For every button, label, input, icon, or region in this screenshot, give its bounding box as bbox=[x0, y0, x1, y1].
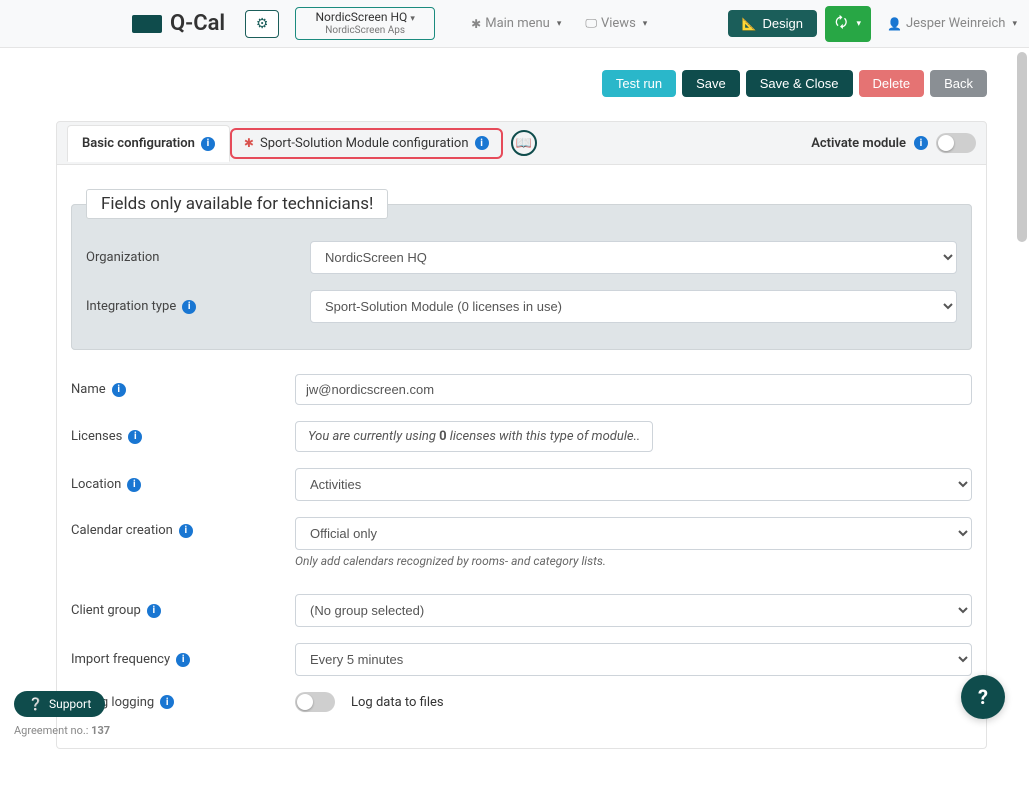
info-icon[interactable]: i bbox=[112, 383, 126, 397]
puzzle-icon: ✱ bbox=[471, 17, 481, 31]
book-icon: 📖 bbox=[515, 136, 531, 151]
chevron-down-icon: ▾ bbox=[557, 19, 562, 29]
info-icon[interactable]: i bbox=[127, 478, 141, 492]
support-button[interactable]: ❔ Support bbox=[14, 691, 105, 717]
label-name: Name i bbox=[71, 382, 295, 397]
settings-button[interactable]: ⚙ bbox=[245, 10, 279, 38]
ruler-icon: 📐 bbox=[742, 17, 757, 31]
label-organization: Organization bbox=[86, 250, 310, 265]
org-secondary: NordicScreen Aps bbox=[314, 25, 416, 37]
import-frequency-select[interactable]: Every 5 minutes bbox=[295, 643, 972, 676]
row-import-frequency: Import frequency i Every 5 minutes bbox=[71, 635, 972, 684]
info-icon: i bbox=[475, 136, 489, 150]
label-import-frequency: Import frequency i bbox=[71, 652, 295, 667]
support-label: Support bbox=[49, 697, 91, 711]
row-location: Location i Activities bbox=[71, 460, 972, 509]
activate-module-toggle[interactable] bbox=[936, 133, 976, 153]
licenses-readout: You are currently using 0 licenses with … bbox=[295, 421, 653, 452]
debug-logging-toggle[interactable] bbox=[295, 692, 335, 712]
design-label: Design bbox=[763, 16, 803, 31]
scrollbar-thumb[interactable] bbox=[1017, 52, 1027, 242]
client-group-select[interactable]: (No group selected) bbox=[295, 594, 972, 627]
module-icon bbox=[244, 136, 254, 151]
chevron-down-icon: ▾ bbox=[857, 18, 862, 29]
info-icon[interactable]: i bbox=[182, 300, 196, 314]
info-icon[interactable]: i bbox=[160, 695, 174, 709]
save-close-button[interactable]: Save & Close bbox=[746, 70, 853, 97]
calendar-creation-select[interactable]: Official only bbox=[295, 517, 972, 550]
main-menu-label: Main menu bbox=[485, 16, 550, 31]
tab-basic-label: Basic configuration bbox=[82, 136, 195, 151]
main-panel: Basic configuration i Sport-Solution Mod… bbox=[0, 101, 1029, 789]
refresh-icon: 🗘 bbox=[835, 12, 848, 36]
question-icon: ❔ bbox=[28, 697, 43, 711]
label-calendar-creation: Calendar creation i bbox=[71, 517, 295, 538]
row-organization: Organization NordicScreen HQ bbox=[86, 233, 957, 282]
monitor-icon: 🖵 bbox=[585, 16, 597, 31]
org-selector[interactable]: NordicScreen HQ▾ NordicScreen Aps bbox=[295, 7, 435, 41]
test-run-button[interactable]: Test run bbox=[602, 70, 676, 97]
chevron-down-icon: ▾ bbox=[410, 14, 415, 24]
tab-bar: Basic configuration i Sport-Solution Mod… bbox=[56, 121, 987, 165]
info-icon: i bbox=[201, 137, 215, 151]
chevron-down-icon: ▾ bbox=[1012, 19, 1017, 29]
label-licenses: Licenses i bbox=[71, 429, 295, 444]
delete-button[interactable]: Delete bbox=[859, 70, 925, 97]
panel-body: Fields only available for technicians! O… bbox=[56, 165, 987, 749]
views-label: Views bbox=[601, 16, 636, 31]
help-fab[interactable]: ? bbox=[961, 675, 1005, 719]
brand-block: Q-Cal bbox=[132, 11, 225, 36]
brand-swatch bbox=[132, 15, 162, 33]
gear-icon: ⚙ bbox=[256, 15, 269, 32]
info-icon[interactable]: i bbox=[147, 604, 161, 618]
tab-module-label: Sport-Solution Module configuration bbox=[260, 136, 469, 151]
activate-module-group: Activate module i bbox=[811, 133, 976, 153]
user-menu[interactable]: 👤 Jesper Weinreich ▾ bbox=[887, 16, 1017, 31]
org-primary: NordicScreen HQ bbox=[315, 10, 407, 24]
top-navbar: Q-Cal ⚙ NordicScreen HQ▾ NordicScreen Ap… bbox=[0, 0, 1029, 48]
row-client-group: Client group i (No group selected) bbox=[71, 586, 972, 635]
design-button[interactable]: 📐 Design bbox=[728, 10, 817, 37]
back-button[interactable]: Back bbox=[930, 70, 987, 97]
docs-button[interactable]: 📖 bbox=[511, 130, 537, 156]
row-debug-logging: Debug logging i Log data to files bbox=[71, 684, 972, 720]
info-icon[interactable]: i bbox=[128, 430, 142, 444]
tab-basic-configuration[interactable]: Basic configuration i bbox=[67, 125, 230, 162]
info-icon: i bbox=[914, 136, 928, 150]
row-name: Name i bbox=[71, 366, 972, 413]
main-menu-link[interactable]: ✱ Main menu ▾ bbox=[463, 10, 569, 37]
technician-legend: Fields only available for technicians! bbox=[86, 189, 388, 219]
user-icon: 👤 bbox=[887, 17, 902, 31]
views-link[interactable]: 🖵 Views ▾ bbox=[577, 10, 655, 37]
row-calendar-creation: Calendar creation i Official only Only a… bbox=[71, 509, 972, 576]
tab-module-configuration[interactable]: Sport-Solution Module configuration i bbox=[230, 128, 503, 159]
user-name: Jesper Weinreich bbox=[906, 16, 1005, 31]
row-integration-type: Integration type i Sport-Solution Module… bbox=[86, 282, 957, 331]
info-icon[interactable]: i bbox=[176, 653, 190, 667]
integration-type-select[interactable]: Sport-Solution Module (0 licenses in use… bbox=[310, 290, 957, 323]
action-bar: Test run Save Save & Close Delete Back bbox=[0, 48, 1029, 101]
name-input[interactable] bbox=[295, 374, 972, 405]
save-button[interactable]: Save bbox=[682, 70, 740, 97]
debug-logging-text: Log data to files bbox=[351, 695, 444, 710]
info-icon[interactable]: i bbox=[179, 524, 193, 538]
agreement-info: Agreement no.: 137 bbox=[14, 724, 110, 737]
organization-select[interactable]: NordicScreen HQ bbox=[310, 241, 957, 274]
technician-fieldset: Fields only available for technicians! O… bbox=[71, 189, 972, 350]
activate-module-label: Activate module bbox=[811, 136, 906, 151]
location-select[interactable]: Activities bbox=[295, 468, 972, 501]
question-mark-icon: ? bbox=[978, 685, 988, 709]
licenses-count: 0 bbox=[439, 429, 446, 444]
brand-name: Q-Cal bbox=[170, 11, 225, 36]
label-integration-type: Integration type i bbox=[86, 299, 310, 314]
calendar-creation-helper: Only add calendars recognized by rooms- … bbox=[295, 550, 972, 568]
row-licenses: Licenses i You are currently using 0 lic… bbox=[71, 413, 972, 460]
agreement-number: 137 bbox=[91, 724, 110, 737]
refresh-dropdown-button[interactable]: 🗘 ▾ bbox=[825, 6, 871, 42]
label-location: Location i bbox=[71, 477, 295, 492]
chevron-down-icon: ▾ bbox=[643, 19, 648, 29]
label-client-group: Client group i bbox=[71, 603, 295, 618]
